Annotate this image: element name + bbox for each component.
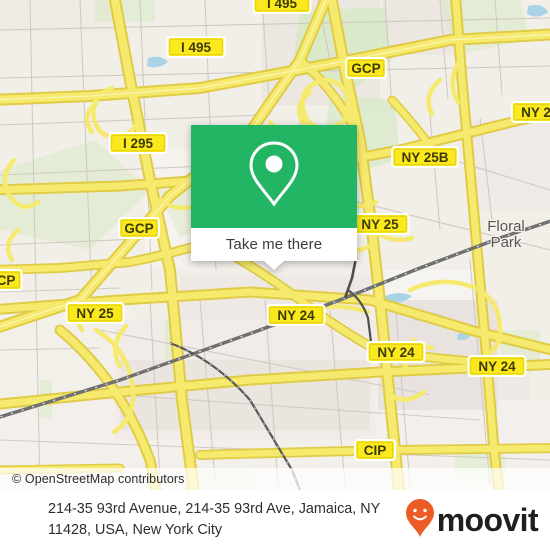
- place-card-header: [191, 125, 357, 228]
- place-card-pointer: [264, 261, 284, 270]
- place-card[interactable]: Take me there: [191, 125, 357, 270]
- moovit-pin-icon: [405, 498, 435, 543]
- take-me-there-label: Take me there: [225, 236, 323, 253]
- moovit-wordmark: moovit: [436, 502, 539, 538]
- place-label: Floral: [487, 218, 525, 235]
- footer-bar: 214-35 93rd Avenue, 214-35 93rd Ave, Jam…: [0, 490, 550, 550]
- map-attribution[interactable]: © OpenStreetMap contributors: [0, 468, 550, 490]
- address-line-2: 11428, USA, New York City: [48, 522, 223, 538]
- address-block: 214-35 93rd Avenue, 214-35 93rd Ave, Jam…: [0, 499, 405, 541]
- moovit-logo[interactable]: moovit: [405, 498, 550, 543]
- place-label: Park: [491, 234, 522, 251]
- take-me-there-button[interactable]: Take me there: [191, 228, 357, 270]
- moovit-map-screenshot: I 495 I 495 GCP NY 2I 295 NY 25B GCP NY 25 CP NY…: [0, 0, 550, 550]
- attribution-text: © OpenStreetMap contributors: [12, 472, 185, 486]
- address-line-1: 214-35 93rd Avenue, 214-35 93rd Ave, Jam…: [48, 501, 381, 517]
- map-pin-icon: [245, 139, 303, 214]
